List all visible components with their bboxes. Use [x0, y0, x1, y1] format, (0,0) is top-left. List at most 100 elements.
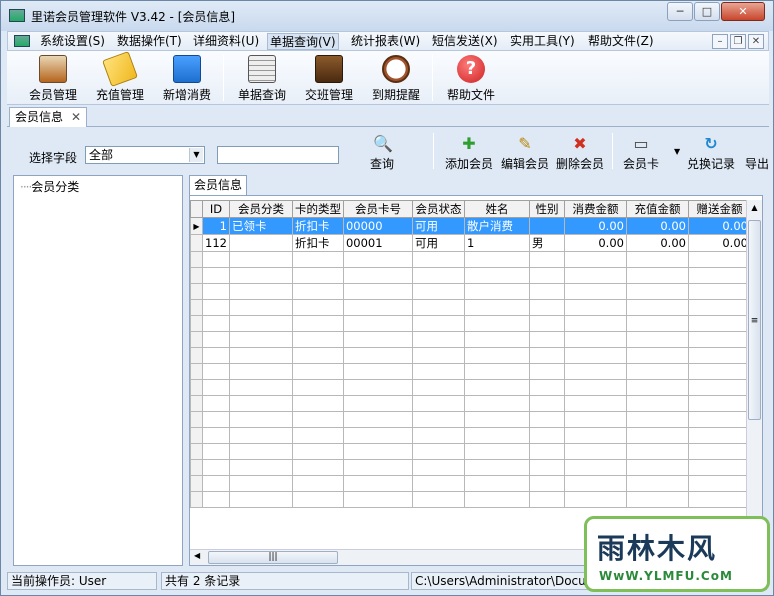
empty-cell[interactable] [411, 475, 465, 492]
field-select[interactable]: 全部 ▼ [85, 146, 205, 164]
empty-cell[interactable] [291, 315, 344, 332]
empty-cell[interactable] [228, 459, 293, 476]
empty-cell[interactable] [563, 299, 627, 316]
empty-cell[interactable] [528, 283, 565, 300]
table-cell[interactable]: 00001 [342, 234, 413, 252]
empty-cell[interactable] [687, 395, 751, 412]
table-row[interactable] [190, 411, 751, 428]
empty-cell[interactable] [342, 331, 413, 348]
empty-cell[interactable] [228, 363, 293, 380]
shift-management-button[interactable]: 交班管理 [299, 53, 359, 103]
empty-cell[interactable] [528, 491, 565, 508]
mdi-restore-button[interactable]: ❐ [730, 34, 746, 49]
empty-cell[interactable] [563, 459, 627, 476]
empty-cell[interactable] [563, 427, 627, 444]
table-row[interactable] [190, 379, 751, 396]
add-member-button[interactable]: ✚ 添加会员 [444, 135, 494, 172]
empty-cell[interactable] [411, 491, 465, 508]
empty-cell[interactable] [563, 251, 627, 268]
empty-cell[interactable] [463, 331, 530, 348]
empty-cell[interactable] [625, 427, 689, 444]
empty-cell[interactable] [625, 283, 689, 300]
table-cell[interactable]: 散户消费 [463, 217, 530, 235]
empty-cell[interactable] [291, 267, 344, 284]
row-indicator[interactable] [190, 267, 203, 284]
row-indicator[interactable] [190, 459, 203, 476]
empty-cell[interactable] [625, 267, 689, 284]
empty-cell[interactable] [687, 267, 751, 284]
empty-cell[interactable] [228, 411, 293, 428]
empty-cell[interactable] [411, 347, 465, 364]
empty-cell[interactable] [463, 395, 530, 412]
table-row[interactable] [190, 331, 751, 348]
table-cell[interactable]: 可用 [411, 217, 465, 235]
empty-cell[interactable] [291, 299, 344, 316]
empty-cell[interactable] [687, 299, 751, 316]
empty-cell[interactable] [625, 459, 689, 476]
scrollbar-thumb[interactable]: ||| [208, 551, 338, 564]
member-management-button[interactable]: 会员管理 [23, 53, 83, 103]
empty-cell[interactable] [463, 347, 530, 364]
table-cell[interactable]: 已领卡 [228, 217, 293, 235]
empty-cell[interactable] [563, 411, 627, 428]
empty-cell[interactable] [291, 251, 344, 268]
empty-cell[interactable] [411, 395, 465, 412]
table-cell[interactable] [228, 234, 293, 252]
row-indicator[interactable] [190, 331, 203, 348]
table-row[interactable] [190, 443, 751, 460]
empty-cell[interactable] [528, 475, 565, 492]
table-cell[interactable]: 00000 [342, 217, 413, 235]
empty-cell[interactable] [228, 299, 293, 316]
empty-cell[interactable] [202, 379, 230, 396]
empty-cell[interactable] [411, 315, 465, 332]
empty-cell[interactable] [342, 363, 413, 380]
row-indicator[interactable] [190, 315, 203, 332]
table-row[interactable] [190, 363, 751, 380]
empty-cell[interactable] [463, 363, 530, 380]
menu-reports[interactable]: 统计报表(W) [349, 33, 422, 50]
empty-cell[interactable] [342, 315, 413, 332]
empty-cell[interactable] [411, 331, 465, 348]
table-row[interactable] [190, 347, 751, 364]
empty-cell[interactable] [411, 427, 465, 444]
table-cell[interactable]: 折扣卡 [291, 234, 344, 252]
help-file-button[interactable]: ? 帮助文件 [441, 53, 501, 103]
empty-cell[interactable] [342, 379, 413, 396]
scroll-up-icon[interactable]: ▲ [747, 200, 762, 216]
vertical-scrollbar[interactable]: ▲ ≡ [746, 200, 762, 562]
mdi-close-button[interactable]: ✕ [748, 34, 764, 49]
empty-cell[interactable] [291, 283, 344, 300]
empty-cell[interactable] [625, 331, 689, 348]
empty-cell[interactable] [563, 443, 627, 460]
row-indicator[interactable] [190, 347, 203, 364]
empty-cell[interactable] [528, 267, 565, 284]
row-indicator[interactable] [190, 251, 203, 268]
menu-receipts[interactable]: 单据查询(V) [267, 33, 339, 50]
recharge-management-button[interactable]: 充值管理 [90, 51, 150, 103]
empty-cell[interactable] [202, 459, 230, 476]
chevron-down-icon[interactable]: ▼ [189, 148, 203, 162]
mdi-minimize-button[interactable]: – [712, 34, 728, 49]
empty-cell[interactable] [687, 427, 751, 444]
tab-member-info[interactable]: 会员信息 ✕ [9, 107, 88, 127]
empty-cell[interactable] [625, 395, 689, 412]
row-indicator[interactable] [190, 411, 203, 428]
scrollbar-thumb[interactable]: ≡ [748, 220, 761, 420]
empty-cell[interactable] [291, 411, 344, 428]
table-row[interactable]: ▶ 1 已领卡 折扣卡 00000 可用 散户消费 0.00 0.00 0.00 [190, 217, 751, 235]
empty-cell[interactable] [202, 331, 230, 348]
column-header[interactable]: 会员状态 [411, 200, 465, 218]
empty-cell[interactable] [202, 395, 230, 412]
empty-cell[interactable] [463, 251, 530, 268]
empty-cell[interactable] [687, 315, 751, 332]
empty-cell[interactable] [291, 379, 344, 396]
empty-cell[interactable] [228, 315, 293, 332]
empty-cell[interactable] [342, 427, 413, 444]
row-indicator[interactable] [190, 234, 203, 252]
empty-cell[interactable] [625, 299, 689, 316]
empty-cell[interactable] [342, 299, 413, 316]
empty-cell[interactable] [228, 347, 293, 364]
table-row[interactable] [190, 427, 751, 444]
table-cell[interactable]: 1 [202, 217, 230, 235]
empty-cell[interactable] [202, 299, 230, 316]
